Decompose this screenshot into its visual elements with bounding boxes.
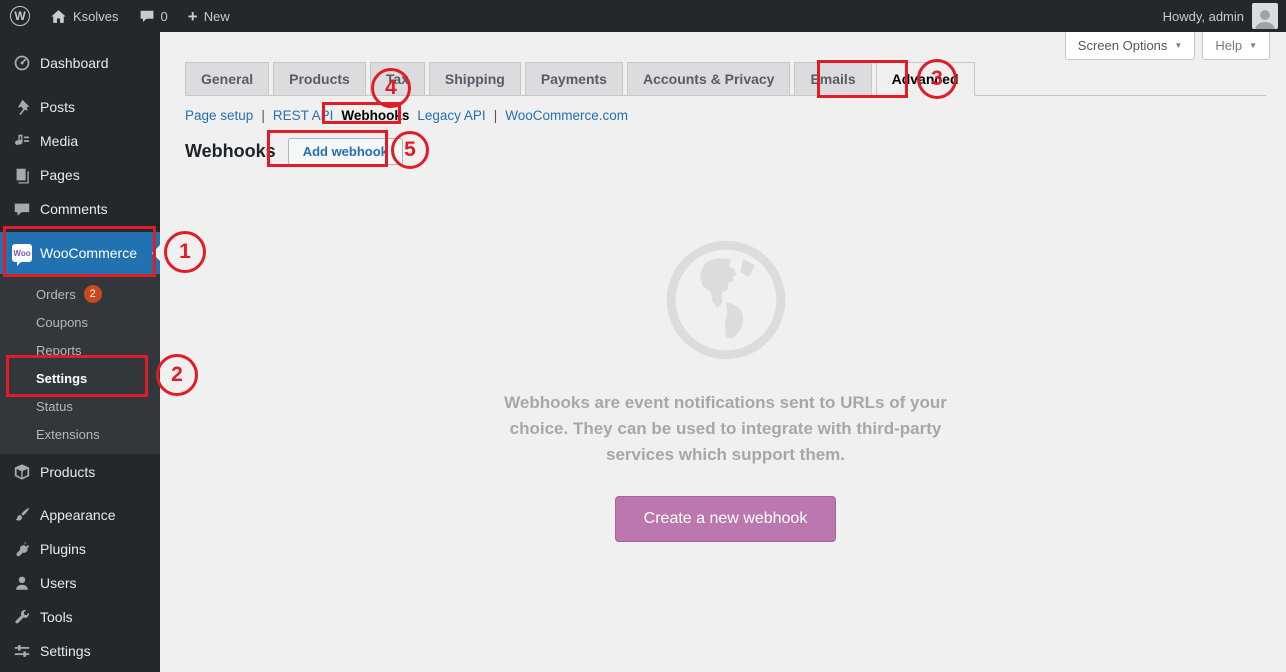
media-icon — [12, 132, 32, 150]
tab-emails[interactable]: Emails — [794, 62, 871, 96]
submenu-label: Reports — [36, 343, 82, 358]
new-label: New — [204, 9, 230, 24]
empty-state-message: Webhooks are event notifications sent to… — [485, 390, 967, 468]
sidebar-label: Pages — [40, 167, 80, 183]
sidebar-label: Settings — [40, 643, 91, 659]
separator: | — [261, 108, 265, 123]
admin-toolbar: W Ksolves 0 + New Howdy, admin — [0, 0, 1286, 32]
subnav-woocommerce-com[interactable]: WooCommerce.com — [505, 108, 628, 123]
new-content-menu[interactable]: + New — [178, 0, 240, 32]
tab-general[interactable]: General — [185, 62, 269, 96]
sidebar-item-appearance[interactable]: Appearance — [0, 498, 160, 532]
tab-products[interactable]: Products — [273, 62, 366, 96]
sidebar-label: Plugins — [40, 541, 86, 557]
sidebar-label: Users — [40, 575, 77, 591]
settings-tabs: GeneralProductsTaxShippingPaymentsAccoun… — [185, 62, 1266, 96]
comments-menu[interactable]: 0 — [129, 0, 178, 32]
submenu-label: Coupons — [36, 315, 88, 330]
sidebar-label: Dashboard — [40, 55, 109, 71]
site-name-label: Ksolves — [73, 9, 119, 24]
pushpin-icon — [12, 98, 32, 116]
sidebar-label: Tools — [40, 609, 73, 625]
tab-accounts-privacy[interactable]: Accounts & Privacy — [627, 62, 791, 96]
package-box-icon — [12, 463, 32, 481]
woocommerce-submenu: Orders 2 Coupons Reports Settings Status… — [0, 274, 160, 454]
submenu-label: Orders — [36, 287, 76, 302]
advanced-section-links: Page setup | REST API Webhooks Legacy AP… — [185, 108, 1266, 123]
comment-bubble-icon — [139, 8, 155, 24]
sidebar-item-pages[interactable]: Pages — [0, 158, 160, 192]
paintbrush-icon — [12, 506, 32, 524]
sidebar-item-dashboard[interactable]: Dashboard — [0, 46, 160, 80]
pages-icon — [12, 166, 32, 184]
admin-sidebar: Dashboard Posts Media Pages — [0, 32, 160, 672]
sidebar-item-media[interactable]: Media — [0, 124, 160, 158]
admin-menu: Dashboard Posts Media Pages — [0, 32, 160, 668]
submenu-label: Status — [36, 399, 73, 414]
sidebar-item-plugins[interactable]: Plugins — [0, 532, 160, 566]
submenu-item-reports[interactable]: Reports — [0, 336, 160, 364]
submenu-item-orders[interactable]: Orders 2 — [0, 280, 160, 308]
comment-count: 0 — [161, 9, 168, 24]
sidebar-item-products[interactable]: Products — [0, 454, 160, 490]
separator: | — [494, 108, 498, 123]
wrench-icon — [12, 608, 32, 626]
tab-payments[interactable]: Payments — [525, 62, 623, 96]
submenu-label: Settings — [36, 371, 87, 386]
subnav-rest-api[interactable]: REST API — [273, 108, 334, 123]
sidebar-item-woocommerce[interactable]: Woo WooCommerce — [0, 232, 160, 274]
page-title: Webhooks — [185, 141, 276, 162]
globe-icon — [663, 237, 789, 363]
sidebar-item-users[interactable]: Users — [0, 566, 160, 600]
subnav-legacy-api[interactable]: Legacy API — [417, 108, 485, 123]
sidebar-label: Media — [40, 133, 78, 149]
settings-wrap: GeneralProductsTaxShippingPaymentsAccoun… — [185, 32, 1266, 542]
woocommerce-logo-icon: Woo — [12, 244, 32, 262]
submenu-item-settings[interactable]: Settings — [0, 364, 160, 392]
user-icon — [12, 574, 32, 592]
submenu-item-status[interactable]: Status — [0, 392, 160, 420]
tab-tax[interactable]: Tax — [370, 62, 425, 96]
orders-count-badge: 2 — [84, 285, 102, 303]
howdy-account-link[interactable]: Howdy, admin — [1163, 9, 1244, 24]
dashboard-gauge-icon — [12, 54, 32, 72]
webhooks-empty-state: Webhooks are event notifications sent to… — [185, 237, 1266, 542]
settings-page: Screen Options ▼ Help ▼ GeneralProductsT… — [160, 32, 1286, 672]
sidebar-label: Products — [40, 464, 95, 480]
sidebar-item-comments[interactable]: Comments — [0, 192, 160, 226]
submenu-label: Extensions — [36, 427, 100, 442]
create-webhook-button[interactable]: Create a new webhook — [615, 496, 837, 542]
sidebar-label: Appearance — [40, 507, 116, 523]
add-webhook-button[interactable]: Add webhook — [288, 138, 403, 165]
sidebar-label: Comments — [40, 201, 108, 217]
subnav-page-setup[interactable]: Page setup — [185, 108, 253, 123]
site-name-menu[interactable]: Ksolves — [40, 0, 129, 32]
sidebar-label: Posts — [40, 99, 75, 115]
submenu-item-coupons[interactable]: Coupons — [0, 308, 160, 336]
plus-icon: + — [188, 8, 198, 25]
wordpress-logo-icon: W — [10, 6, 30, 26]
wordpress-logo-menu[interactable]: W — [0, 0, 40, 32]
wordpress-admin-screen: W Ksolves 0 + New Howdy, admin — [0, 0, 1286, 672]
tab-shipping[interactable]: Shipping — [429, 62, 521, 96]
comments-icon — [12, 200, 32, 218]
sidebar-item-settings[interactable]: Settings — [0, 634, 160, 668]
sliders-icon — [12, 642, 32, 660]
tab-advanced[interactable]: Advanced — [876, 62, 975, 96]
plug-icon — [12, 540, 32, 558]
home-icon — [50, 8, 67, 25]
sidebar-label: WooCommerce — [40, 245, 137, 261]
subnav-webhooks[interactable]: Webhooks — [341, 108, 409, 123]
active-menu-arrow — [144, 245, 160, 261]
user-avatar[interactable] — [1252, 3, 1278, 29]
sidebar-item-posts[interactable]: Posts — [0, 90, 160, 124]
sidebar-item-tools[interactable]: Tools — [0, 600, 160, 634]
submenu-item-extensions[interactable]: Extensions — [0, 420, 160, 448]
